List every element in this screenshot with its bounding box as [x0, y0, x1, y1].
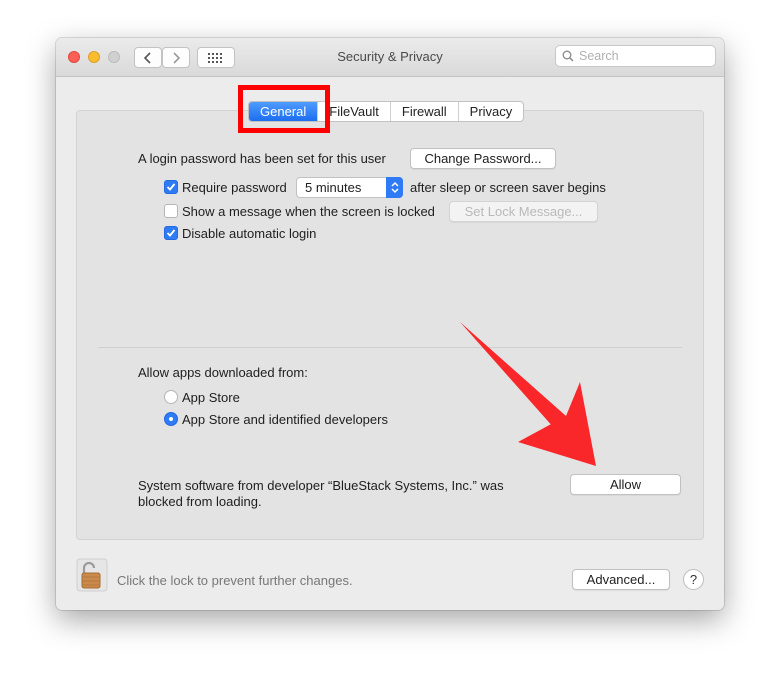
checkmark-icon: [166, 229, 176, 237]
lock-button[interactable]: [76, 558, 108, 592]
stepper-icon: [386, 177, 403, 198]
blocked-software-line1: System software from developer “BlueStac…: [138, 478, 504, 493]
allow-apps-heading: Allow apps downloaded from:: [138, 365, 308, 380]
lock-icon: [76, 558, 108, 592]
tab-firewall[interactable]: Firewall: [389, 102, 458, 121]
tab-privacy[interactable]: Privacy: [457, 102, 524, 121]
lock-hint-text: Click the lock to prevent further change…: [117, 573, 353, 588]
show-message-label: Show a message when the screen is locked: [182, 204, 435, 219]
app-store-identified-label: App Store and identified developers: [182, 412, 388, 427]
change-password-button[interactable]: Change Password...: [410, 148, 556, 169]
help-button[interactable]: ?: [683, 569, 704, 590]
search-input[interactable]: Search: [555, 45, 716, 67]
app-store-identified-radio[interactable]: [164, 412, 178, 426]
disable-auto-login-checkbox[interactable]: [164, 226, 178, 240]
disable-auto-login-label: Disable automatic login: [182, 226, 317, 241]
require-password-checkbox[interactable]: [164, 180, 178, 194]
advanced-button[interactable]: Advanced...: [572, 569, 670, 590]
show-message-checkbox[interactable]: [164, 204, 178, 218]
general-tab-highlight-box: [238, 85, 330, 133]
app-store-radio[interactable]: [164, 390, 178, 404]
require-password-suffix: after sleep or screen saver begins: [410, 180, 606, 195]
require-password-delay-value: 5 minutes: [305, 180, 362, 195]
blocked-software-line2: blocked from loading.: [138, 494, 262, 509]
app-store-label: App Store: [182, 390, 240, 405]
checkmark-icon: [166, 183, 176, 191]
require-password-delay-select[interactable]: 5 minutes: [296, 177, 403, 198]
search-icon: [562, 50, 574, 62]
set-lock-message-button[interactable]: Set Lock Message...: [449, 201, 598, 222]
login-password-text: A login password has been set for this u…: [138, 151, 386, 166]
require-password-label: Require password: [182, 180, 287, 195]
security-privacy-window: Security & Privacy Search General FileVa…: [56, 38, 724, 610]
search-placeholder: Search: [579, 49, 619, 63]
title-bar: Security & Privacy Search: [56, 38, 724, 77]
allow-button[interactable]: Allow: [570, 474, 681, 495]
red-arrow-annotation: [460, 322, 596, 466]
